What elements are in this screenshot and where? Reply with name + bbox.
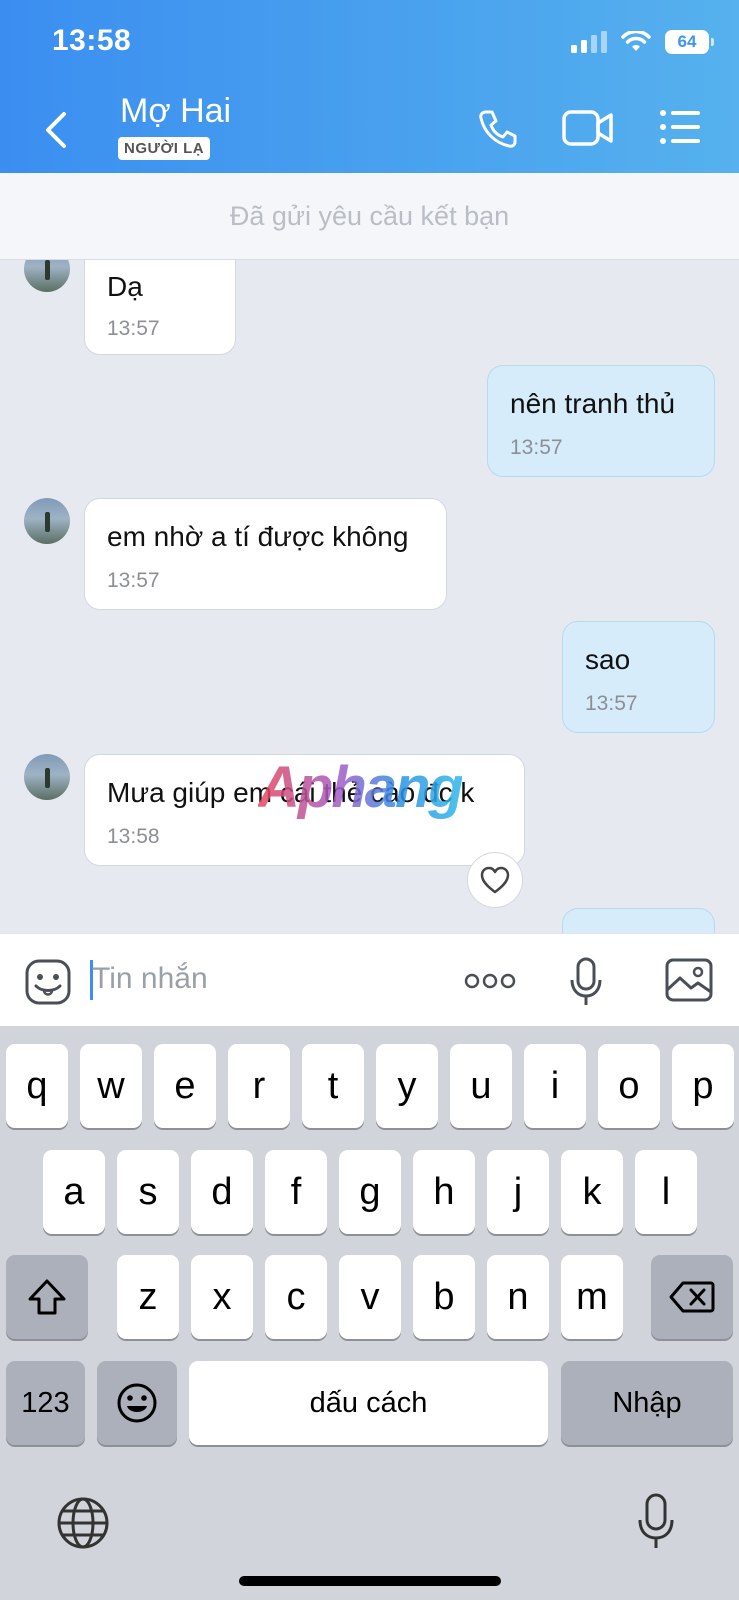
message-bubble-incoming[interactable]: Dạ 13:57 [84,260,236,355]
key-s[interactable]: s [117,1150,179,1234]
heart-reaction-button[interactable] [467,852,523,908]
key-a[interactable]: a [43,1150,105,1234]
key-m[interactable]: m [561,1255,623,1339]
friend-request-banner: Đã gửi yêu cầu kết bạn [0,173,739,260]
key-d[interactable]: d [191,1150,253,1234]
space-key[interactable]: dấu cách [189,1361,548,1445]
chat-header: 13:58 64 Mợ Hai NGƯỜI LẠ [0,0,739,173]
friend-request-text: Đã gửi yêu cầu kết bạn [229,200,510,231]
keyboard: q w e r t y u i o p a s d f g h j k l z … [0,1026,739,1600]
chat-area[interactable]: Dạ 13:57 nên tranh thủ 13:57 em nhờ a tí… [0,260,739,933]
key-g[interactable]: g [339,1150,401,1234]
dictation-icon[interactable] [636,1492,676,1552]
message-text: nên tranh thủ [510,388,676,419]
phone-icon[interactable] [477,108,519,150]
key-u[interactable]: u [450,1044,512,1128]
shift-key[interactable] [6,1255,88,1339]
emoji-icon [117,1383,157,1423]
key-c[interactable]: c [265,1255,327,1339]
key-o[interactable]: o [598,1044,660,1128]
message-bubble-outgoing[interactable]: sao 13:57 [562,621,715,733]
status-time: 13:58 [52,24,132,57]
key-e[interactable]: e [154,1044,216,1128]
globe-icon[interactable] [56,1496,110,1550]
key-b[interactable]: b [413,1255,475,1339]
message-bubble-incoming[interactable]: em nhờ a tí được không 13:57 [84,498,447,610]
key-n[interactable]: n [487,1255,549,1339]
message-text: sao [585,644,631,675]
key-j[interactable]: j [487,1150,549,1234]
heart-icon [480,866,510,894]
emoji-key[interactable] [97,1361,177,1445]
message-time: 13:57 [585,692,638,715]
message-bubble-outgoing[interactable]: nên tranh thủ 13:57 [487,365,715,477]
sticker-icon[interactable] [24,958,72,1006]
key-q[interactable]: q [6,1044,68,1128]
stranger-badge: NGƯỜI LẠ [118,137,211,160]
key-v[interactable]: v [339,1255,401,1339]
contact-avatar[interactable] [24,754,70,800]
shift-icon [28,1279,66,1315]
menu-list-icon[interactable] [659,108,701,146]
battery-icon: 64 [665,30,714,54]
contact-avatar[interactable] [24,498,70,544]
wifi-icon [621,31,651,51]
key-p[interactable]: p [672,1044,734,1128]
chevron-left-icon[interactable] [42,110,72,150]
image-icon[interactable] [665,958,713,1002]
status-indicators: 64 [571,30,714,54]
key-f[interactable]: f [265,1150,327,1234]
key-r[interactable]: r [228,1044,290,1128]
return-key[interactable]: Nhập [561,1361,733,1445]
key-l[interactable]: l [635,1150,697,1234]
message-bubble-outgoing[interactable] [562,908,715,933]
video-call-icon[interactable] [562,108,614,148]
backspace-icon [669,1281,715,1313]
home-indicator [239,1576,501,1586]
message-text: Dạ [107,271,143,302]
message-time: 13:57 [107,317,160,340]
key-w[interactable]: w [80,1044,142,1128]
key-k[interactable]: k [561,1150,623,1234]
key-x[interactable]: x [191,1255,253,1339]
message-text: em nhờ a tí được không [107,521,409,552]
message-composer: Tin nhắn [0,933,739,1027]
message-time: 13:58 [107,825,160,848]
key-z[interactable]: z [117,1255,179,1339]
message-time: 13:57 [510,436,563,459]
contact-avatar[interactable] [24,260,70,292]
microphone-icon[interactable] [569,956,603,1008]
watermark-logo: Aphang [258,755,464,820]
message-input[interactable]: Tin nhắn [92,962,208,996]
backspace-key[interactable] [651,1255,733,1339]
key-h[interactable]: h [413,1150,475,1234]
message-time: 13:57 [107,569,160,592]
key-y[interactable]: y [376,1044,438,1128]
more-dots-icon[interactable] [464,972,516,990]
key-t[interactable]: t [302,1044,364,1128]
signal-icon [571,31,607,53]
key-i[interactable]: i [524,1044,586,1128]
numbers-key[interactable]: 123 [6,1361,85,1445]
contact-name[interactable]: Mợ Hai [120,92,231,131]
